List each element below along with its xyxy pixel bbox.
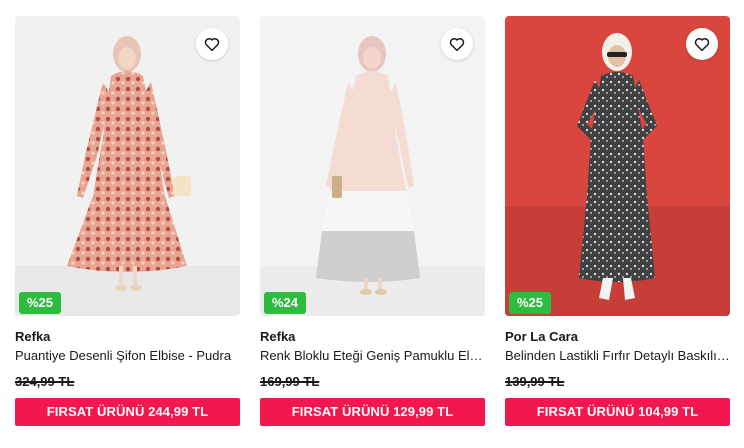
deal-label: FIRSAT ÜRÜNÜ <box>46 404 145 419</box>
product-image[interactable]: %24 <box>260 16 485 316</box>
deal-price-button[interactable]: FIRSAT ÜRÜNÜ 244,99 TL <box>15 398 240 426</box>
discount-badge: %25 <box>19 292 62 314</box>
heart-outline-icon <box>204 37 220 52</box>
product-brand: Refka <box>15 329 51 344</box>
product-card[interactable]: %25 Por La Cara Belinden Lastikli Fırfır… <box>505 16 730 426</box>
model-color-block-dress-image <box>260 16 485 316</box>
product-title[interactable]: Belinden Lastikli Fırfır Detaylı Baskılı… <box>505 348 730 364</box>
product-brand: Refka <box>260 329 296 344</box>
old-price: 324,99 TL <box>15 374 75 389</box>
favorite-button[interactable] <box>196 28 228 60</box>
old-price: 169,99 TL <box>260 374 320 389</box>
product-brand: Por La Cara <box>505 329 578 344</box>
product-grid: %25 Refka Puantiye Desenli Şifon Elbise … <box>0 0 744 448</box>
deal-price-button[interactable]: FIRSAT ÜRÜNÜ 104,99 TL <box>505 398 730 426</box>
deal-label: FIRSAT ÜRÜNÜ <box>291 404 390 419</box>
deal-price: 104,99 TL <box>638 404 699 419</box>
deal-price: 129,99 TL <box>393 404 454 419</box>
product-image[interactable]: %25 <box>505 16 730 316</box>
favorite-button[interactable] <box>441 28 473 60</box>
model-floral-dress-image <box>15 16 240 316</box>
deal-price-button[interactable]: FIRSAT ÜRÜNÜ 129,99 TL <box>260 398 485 426</box>
product-image[interactable]: %25 <box>15 16 240 316</box>
heart-outline-icon <box>449 37 465 52</box>
deal-label: FIRSAT ÜRÜNÜ <box>536 404 635 419</box>
product-card[interactable]: %25 Refka Puantiye Desenli Şifon Elbise … <box>15 16 240 426</box>
heart-outline-icon <box>694 37 710 52</box>
discount-badge: %24 <box>264 292 307 314</box>
discount-badge: %25 <box>509 292 552 314</box>
deal-price: 244,99 TL <box>148 404 209 419</box>
product-card[interactable]: %24 Refka Renk Bloklu Eteği Geniş Pamukl… <box>260 16 485 426</box>
model-printed-dress-image <box>505 16 730 316</box>
favorite-button[interactable] <box>686 28 718 60</box>
old-price: 139,99 TL <box>505 374 565 389</box>
product-title[interactable]: Renk Bloklu Eteği Geniş Pamuklu Elbise <box>260 348 485 364</box>
product-title[interactable]: Puantiye Desenli Şifon Elbise - Pudra <box>15 348 240 364</box>
